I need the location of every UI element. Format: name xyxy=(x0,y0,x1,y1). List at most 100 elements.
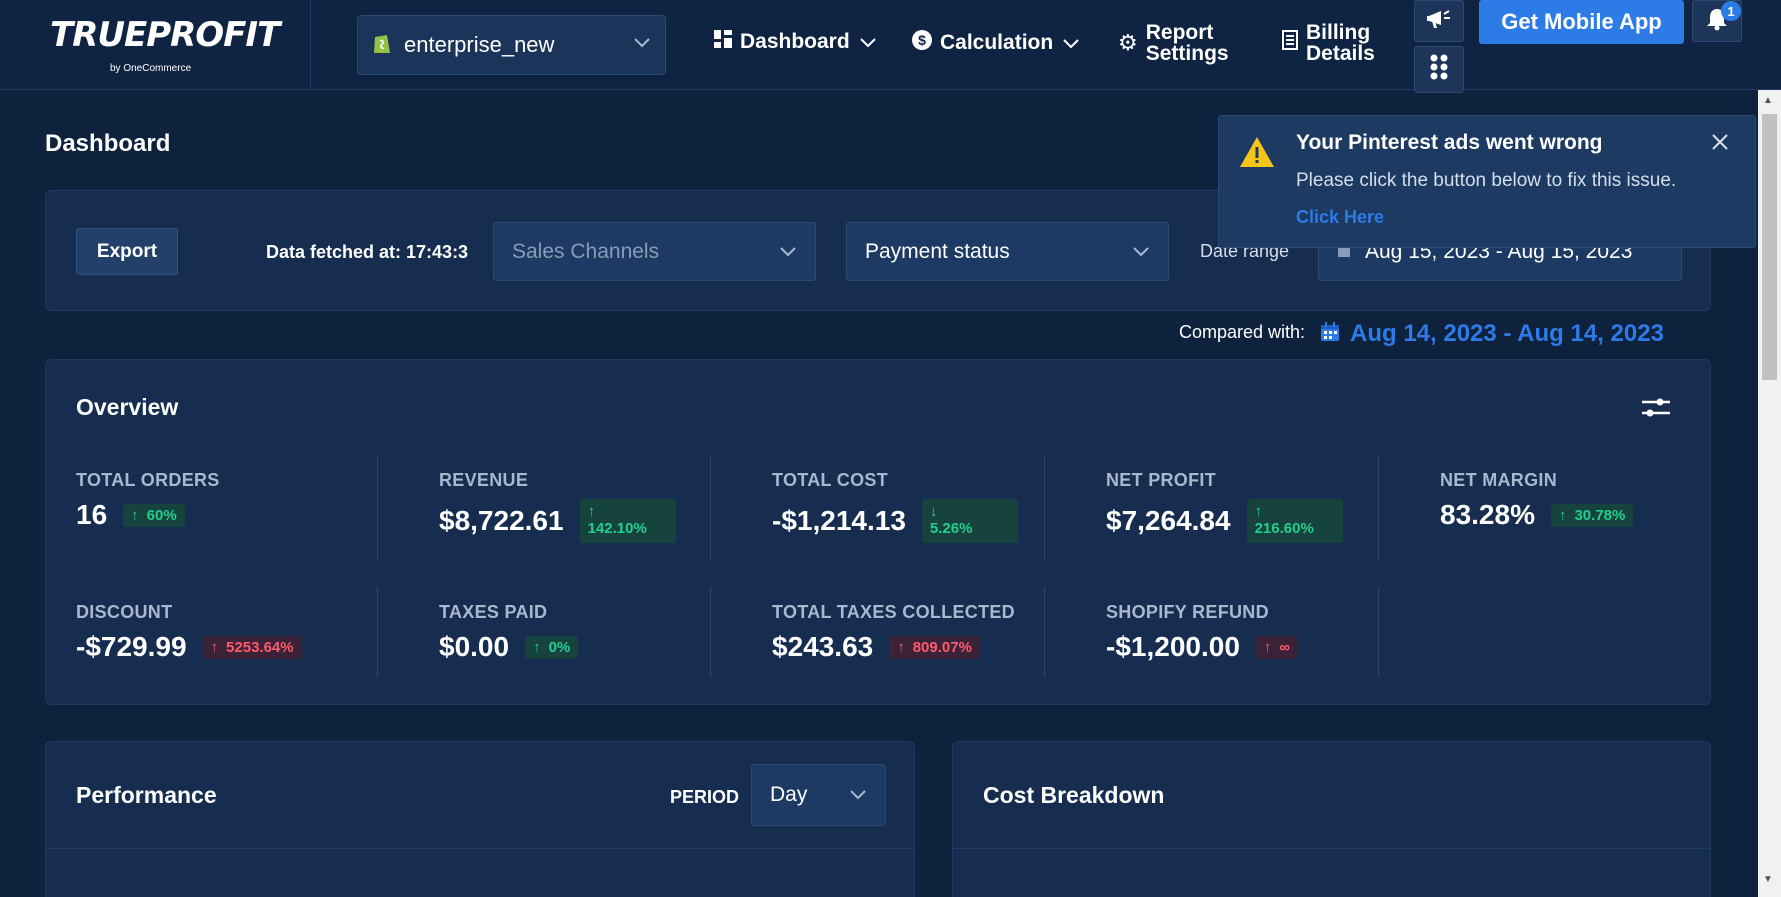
metric-change-value: 216.60% xyxy=(1254,520,1314,537)
metric-change-value: 60% xyxy=(146,506,177,524)
arrow-up-icon: ↑ xyxy=(1254,503,1263,520)
metric-value-row: $8,722.61 ↑ 142.10% xyxy=(439,499,676,543)
metric-value-row: $7,264.84 ↑ 216.60% xyxy=(1106,499,1343,543)
metric-value-row: $243.63 ↑ 809.07% xyxy=(772,631,1015,663)
metric-total-orders: TOTAL ORDERS 16 ↑ 60% xyxy=(76,470,220,531)
metric-revenue: REVENUE $8,722.61 ↑ 142.10% xyxy=(439,470,676,543)
metric-value-row: -$1,214.13 ↓ 5.26% xyxy=(772,499,1018,543)
payment-status-select[interactable]: Payment status xyxy=(846,222,1169,281)
top-navigation-bar: TRUEPROFIT by OneCommerce enterprise_new… xyxy=(0,0,1781,93)
scrollbar-thumb[interactable] xyxy=(1762,114,1777,380)
dashboard-grid-icon xyxy=(714,30,732,54)
period-select[interactable]: Day xyxy=(751,764,886,826)
compared-date-value: Aug 14, 2023 - Aug 14, 2023 xyxy=(1350,320,1664,347)
svg-text:$: $ xyxy=(918,32,926,48)
metric-net-profit: NET PROFIT $7,264.84 ↑ 216.60% xyxy=(1106,470,1343,543)
compared-date-range[interactable]: Aug 14, 2023 - Aug 14, 2023 xyxy=(1320,320,1664,348)
overview-panel: Overview TOTAL ORDERS 16 ↑ 60% REVENUE $8,722… xyxy=(45,359,1711,705)
nav-billing-details[interactable]: Billing Details xyxy=(1282,22,1375,64)
arrow-up-icon: ↑ xyxy=(897,638,905,656)
metric-total-taxes-collected: TOTAL TAXES COLLECTED $243.63 ↑ 809.07% xyxy=(772,602,1015,663)
gear-icon: ⚙ xyxy=(1118,30,1138,55)
page-scrollbar[interactable]: ▲ ▼ xyxy=(1758,90,1781,897)
metric-label: TAXES PAID xyxy=(439,602,548,622)
metric-label: TOTAL COST xyxy=(772,470,889,490)
metric-value-row: 16 ↑ 60% xyxy=(76,499,220,531)
notifications-button[interactable]: 1 xyxy=(1692,0,1742,42)
metric-value: $243.63 xyxy=(772,631,874,662)
performance-panel: Performance PERIOD Day xyxy=(45,741,915,897)
trueprofit-logo[interactable]: TRUEPROFIT by OneCommerce xyxy=(50,15,280,76)
nav-calculation-label: Calculation xyxy=(940,31,1054,54)
toast-message: Please click the button below to fix thi… xyxy=(1296,170,1677,191)
pinterest-error-toast: Your Pinterest ads went wrong Please cli… xyxy=(1218,115,1756,248)
nav-calculation[interactable]: $ Calculation xyxy=(912,30,1079,56)
performance-divider xyxy=(46,848,914,849)
metric-label: SHOPIFY REFUND xyxy=(1106,602,1269,622)
metric-change-value: 5253.64% xyxy=(226,638,294,656)
export-button[interactable]: Export xyxy=(76,228,178,275)
close-icon[interactable] xyxy=(1710,132,1730,157)
chevron-down-icon xyxy=(1063,31,1079,55)
arrow-up-icon: ↑ xyxy=(210,638,219,656)
sliders-icon[interactable] xyxy=(1641,397,1671,424)
metric-change-badge: ↓ 5.26% xyxy=(921,499,1018,543)
metric-change-badge: ↑ 60% xyxy=(123,503,185,527)
warning-icon xyxy=(1239,136,1275,173)
metric-separator xyxy=(710,455,711,561)
nav-report-settings[interactable]: ⚙ Report Settings xyxy=(1118,22,1229,64)
metric-change-value: 5.26% xyxy=(929,520,973,537)
metric-change-badge: ↑ 30.78% xyxy=(1550,503,1634,527)
metric-value: $0.00 xyxy=(439,631,510,662)
chevron-down-icon xyxy=(849,783,867,807)
metric-label: DISCOUNT xyxy=(76,602,173,622)
chevron-down-icon xyxy=(633,36,651,54)
metric-value: -$1,200.00 xyxy=(1106,631,1240,662)
metric-value: -$729.99 xyxy=(76,631,187,662)
apps-grid-icon xyxy=(1430,54,1448,85)
metric-value: $8,722.61 xyxy=(439,505,564,536)
metric-change-value: 142.10% xyxy=(587,520,647,537)
nav-dashboard-label: Dashboard xyxy=(740,30,850,53)
toast-click-here-link[interactable]: Click Here xyxy=(1296,207,1384,228)
scroll-down-arrow-icon[interactable]: ▼ xyxy=(1763,874,1773,885)
chevron-down-icon xyxy=(779,240,797,264)
nav-dashboard[interactable]: Dashboard xyxy=(714,30,876,54)
metric-change-value: 30.78% xyxy=(1574,506,1626,524)
metric-change-badge: ↑ 216.60% xyxy=(1246,499,1343,543)
metric-change-badge: ↑ ∞ xyxy=(1255,635,1299,659)
metric-total-cost: TOTAL COST -$1,214.13 ↓ 5.26% xyxy=(772,470,1018,543)
store-name: enterprise_new xyxy=(404,32,555,57)
sales-channels-placeholder: Sales Channels xyxy=(512,239,660,263)
metric-change-value: ∞ xyxy=(1279,638,1291,656)
announcement-button[interactable] xyxy=(1414,0,1464,42)
metric-value-row: -$729.99 ↑ 5253.64% xyxy=(76,631,302,663)
apps-menu-button[interactable] xyxy=(1414,46,1464,93)
performance-title: Performance xyxy=(76,782,217,808)
get-mobile-app-button[interactable]: Get Mobile App xyxy=(1479,0,1684,44)
sales-channels-select[interactable]: Sales Channels xyxy=(493,222,816,281)
page-title: Dashboard xyxy=(45,130,171,157)
metric-value: 83.28% xyxy=(1440,499,1535,530)
metric-separator xyxy=(377,455,378,561)
metric-value-row: $0.00 ↑ 0% xyxy=(439,631,579,663)
metric-value: -$1,214.13 xyxy=(772,505,906,536)
store-selector[interactable]: enterprise_new xyxy=(357,15,666,75)
logo-subtitle: by OneCommerce xyxy=(110,63,192,74)
nav-billing-line1: Billing xyxy=(1306,21,1371,44)
dollar-circle-icon: $ xyxy=(912,30,932,56)
metric-shopify-refund: SHOPIFY REFUND -$1,200.00 ↑ ∞ xyxy=(1106,602,1299,663)
metric-separator xyxy=(710,587,711,677)
nav-report-settings-line2: Settings xyxy=(1145,42,1229,65)
arrow-up-icon: ↑ xyxy=(131,506,139,524)
logo-text: TRUEPROFIT xyxy=(50,15,280,55)
megaphone-icon xyxy=(1425,7,1453,36)
metric-value-row: -$1,200.00 ↑ ∞ xyxy=(1106,631,1299,663)
metric-net-margin: NET MARGIN 83.28% ↑ 30.78% xyxy=(1440,470,1634,531)
metric-separator xyxy=(1378,455,1379,561)
overview-title: Overview xyxy=(76,394,179,420)
scroll-up-arrow-icon[interactable]: ▲ xyxy=(1763,95,1773,106)
metric-discount: DISCOUNT -$729.99 ↑ 5253.64% xyxy=(76,602,302,663)
metric-change-badge: ↑ 0% xyxy=(525,635,579,659)
shopify-icon xyxy=(372,31,392,60)
